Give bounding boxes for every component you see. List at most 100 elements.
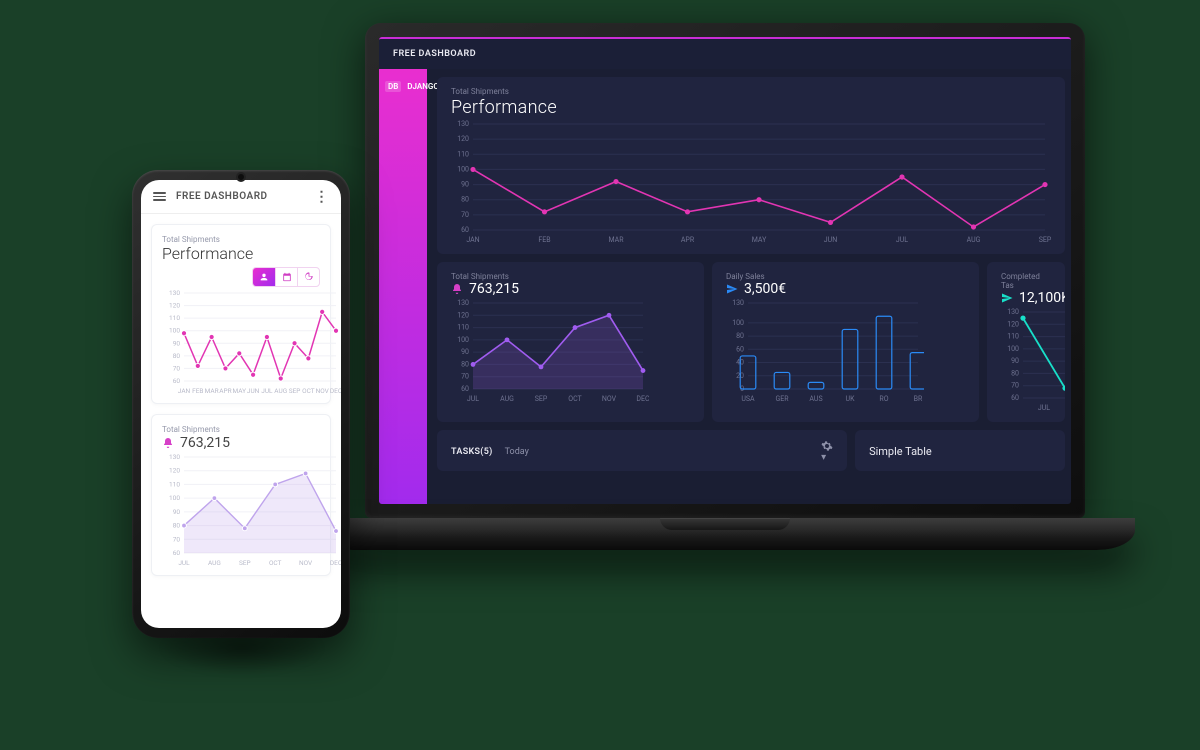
svg-text:130: 130	[457, 120, 469, 128]
laptop-mockup: FREE DASHBOARD DB DJANGO BLACK Total Shi…	[315, 23, 1135, 598]
svg-text:FEB: FEB	[192, 387, 203, 395]
phone-performance-chart: 60708090100110120130JANFEBMARAPRMAYJUNJU…	[162, 287, 341, 397]
svg-text:110: 110	[457, 150, 469, 158]
completed-tasks-value: 12,100K	[1019, 290, 1065, 306]
svg-text:60: 60	[173, 549, 181, 557]
svg-text:NOV: NOV	[602, 395, 617, 403]
laptop-bezel: FREE DASHBOARD DB DJANGO BLACK Total Shi…	[365, 23, 1085, 518]
svg-text:120: 120	[457, 135, 469, 143]
bottom-row: TASKS(5) Today ▾ Simple Table	[437, 430, 1065, 471]
svg-text:MAY: MAY	[752, 236, 767, 244]
shipments-chart: 60708090100110120130JULAUGSEPOCTNOVDEC	[451, 297, 649, 405]
svg-text:60: 60	[461, 226, 469, 234]
svg-text:120: 120	[169, 467, 180, 475]
calendar-icon[interactable]	[275, 268, 297, 286]
app-title: FREE DASHBOARD	[393, 49, 476, 59]
svg-text:DEC: DEC	[330, 559, 341, 567]
svg-text:JUL: JUL	[261, 387, 273, 395]
phone-shipments-chart: 60708090100110120130JULAUGSEPOCTNOVDEC	[162, 451, 341, 569]
app-header: FREE DASHBOARD	[379, 39, 1071, 69]
user-icon[interactable]	[253, 268, 275, 286]
svg-text:FEB: FEB	[538, 236, 550, 244]
svg-text:60: 60	[173, 377, 181, 385]
svg-text:120: 120	[457, 311, 469, 319]
svg-text:AUG: AUG	[500, 395, 514, 403]
performance-card: Total Shipments Performance 60 70 80 90 100 1…	[437, 77, 1065, 254]
svg-text:NOV: NOV	[299, 559, 313, 567]
svg-text:130: 130	[169, 453, 180, 461]
svg-text:JUL: JUL	[467, 395, 479, 403]
svg-text:110: 110	[169, 480, 180, 488]
svg-text:OCT: OCT	[568, 395, 582, 403]
laptop-screen: FREE DASHBOARD DB DJANGO BLACK Total Shi…	[379, 37, 1071, 504]
svg-text:JUL: JUL	[1038, 404, 1050, 412]
performance-card-title: Performance	[451, 97, 1051, 118]
svg-text:AUG: AUG	[967, 236, 981, 244]
phone-performance-card: Total Shipments Performance 607080901001…	[151, 224, 331, 404]
svg-text:80: 80	[736, 332, 744, 340]
svg-text:JUL: JUL	[896, 236, 908, 244]
segmented-control[interactable]	[252, 267, 320, 287]
svg-text:USA: USA	[741, 395, 755, 403]
phone-screen: FREE DASHBOARD ⋮ Total Shipments Perform…	[141, 180, 341, 628]
completed-tasks-card: Completed Tas 12,100K 607080901001101201…	[987, 262, 1065, 422]
svg-text:120: 120	[169, 302, 180, 310]
sidebar[interactable]: DB DJANGO BLACK	[379, 69, 427, 504]
svg-text:120: 120	[1007, 320, 1019, 328]
svg-text:130: 130	[457, 299, 469, 307]
svg-text:130: 130	[732, 299, 744, 307]
svg-text:110: 110	[169, 314, 180, 322]
svg-text:JAN: JAN	[466, 236, 479, 244]
svg-text:100: 100	[457, 336, 469, 344]
performance-card-sub: Total Shipments	[451, 87, 1051, 96]
sidebar-brand[interactable]: DB DJANGO BLACK	[379, 75, 427, 97]
daily-sales-chart: 020406080100130USAGERAUSUKROBR	[726, 297, 924, 405]
tasks-filter[interactable]: Today	[505, 447, 529, 457]
activity-icon[interactable]	[297, 268, 319, 286]
svg-text:JUL: JUL	[178, 559, 190, 567]
phone-performance-title: Performance	[162, 244, 253, 263]
performance-chart: 60708090100110120130JANFEBMARAPRMAYJUNJU…	[451, 118, 1051, 246]
daily-sales-value: 3,500€	[744, 281, 786, 297]
svg-text:RO: RO	[879, 395, 888, 403]
svg-text:APR: APR	[681, 236, 695, 244]
stats-row: Total Shipments 763,215 6070809010011012…	[437, 262, 1065, 422]
svg-text:100: 100	[457, 165, 469, 173]
svg-text:JUN: JUN	[247, 387, 260, 395]
svg-text:OCT: OCT	[269, 559, 282, 567]
svg-text:DEC: DEC	[330, 387, 341, 395]
svg-text:MAY: MAY	[232, 387, 246, 395]
svg-text:110: 110	[1007, 333, 1019, 341]
svg-text:JAN: JAN	[178, 387, 191, 395]
svg-text:80: 80	[173, 522, 181, 530]
daily-sales-card: Daily Sales 3,500€ 020406080100130USAGER…	[712, 262, 979, 422]
svg-text:DEC: DEC	[636, 395, 649, 403]
svg-text:80: 80	[173, 352, 181, 360]
sidebar-badge: DB	[385, 81, 401, 92]
svg-text:SEP: SEP	[239, 559, 251, 567]
tasks-label: TASKS(5)	[451, 447, 493, 457]
svg-text:100: 100	[1007, 345, 1019, 353]
burger-icon[interactable]	[153, 192, 166, 201]
svg-text:70: 70	[461, 211, 469, 219]
svg-text:60: 60	[461, 385, 469, 393]
svg-text:80: 80	[461, 196, 469, 204]
svg-text:AUS: AUS	[809, 395, 822, 403]
svg-text:100: 100	[169, 327, 180, 335]
svg-text:90: 90	[461, 181, 469, 189]
simple-table-title: Simple Table	[869, 445, 932, 458]
svg-text:90: 90	[1011, 357, 1019, 365]
svg-text:GER: GER	[775, 395, 789, 403]
gear-icon[interactable]: ▾	[821, 440, 833, 463]
simple-table-card: Simple Table	[855, 430, 1065, 471]
svg-text:110: 110	[457, 324, 469, 332]
svg-text:AUG: AUG	[274, 387, 287, 395]
svg-text:NOV: NOV	[316, 387, 330, 395]
shipments-value: 763,215	[469, 281, 519, 297]
svg-text:SEP: SEP	[289, 387, 301, 395]
tasks-card: TASKS(5) Today ▾	[437, 430, 847, 471]
svg-text:60: 60	[736, 345, 744, 353]
svg-text:70: 70	[461, 373, 469, 381]
svg-text:80: 80	[1011, 369, 1019, 377]
svg-text:130: 130	[169, 289, 180, 297]
